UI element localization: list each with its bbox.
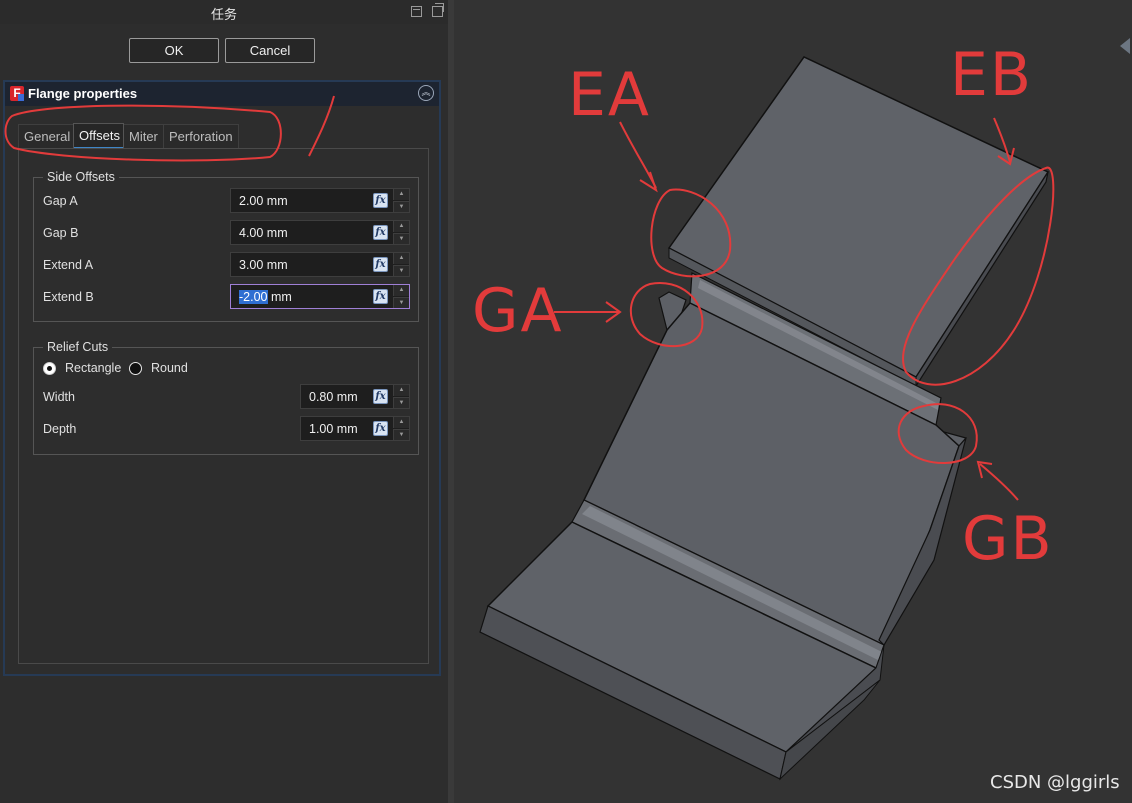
gap-b-label: Gap B: [43, 226, 79, 240]
annotation-eb: EB: [950, 40, 1034, 110]
depth-value: 1.00 mm: [309, 422, 358, 436]
relief-cuts-group: Relief Cuts Rectangle Round Width 0.80 m…: [33, 340, 419, 455]
expression-icon[interactable]: fx: [373, 193, 388, 208]
extend-b-unit: mm: [267, 290, 292, 304]
spin-up-icon[interactable]: ▲: [393, 417, 409, 428]
spin-up-icon[interactable]: ▲: [393, 253, 409, 264]
expression-icon[interactable]: fx: [373, 289, 388, 304]
gap-b-field[interactable]: 4.00 mm fx ▲ ▼: [230, 220, 410, 245]
extend-b-value: -2.00 mm: [239, 290, 292, 304]
gap-b-value: 4.00 mm: [239, 226, 288, 240]
expression-icon[interactable]: fx: [373, 225, 388, 240]
annotation-ga: GA: [472, 276, 564, 346]
extend-a-label: Extend A: [43, 258, 94, 272]
offsets-tab-pane: Side Offsets Gap A 2.00 mm fx ▲ ▼ Gap B …: [18, 148, 429, 664]
rectangle-radio[interactable]: [43, 362, 56, 375]
extend-a-value: 3.00 mm: [239, 258, 288, 272]
spin-up-icon[interactable]: ▲: [393, 385, 409, 396]
depth-field[interactable]: 1.00 mm fx ▲ ▼: [300, 416, 410, 441]
extend-b-selected-text: -2.00: [239, 290, 268, 304]
spin-down-icon[interactable]: ▼: [393, 297, 409, 308]
gap-a-value: 2.00 mm: [239, 194, 288, 208]
annotation-gb: GB: [962, 504, 1054, 574]
spin-down-icon[interactable]: ▼: [393, 265, 409, 276]
spin-down-icon[interactable]: ▼: [393, 397, 409, 408]
round-radio[interactable]: [129, 362, 142, 375]
width-label: Width: [43, 390, 75, 404]
side-offsets-title: Side Offsets: [43, 170, 119, 184]
extend-a-field[interactable]: 3.00 mm fx ▲ ▼: [230, 252, 410, 277]
spin-down-icon[interactable]: ▼: [393, 201, 409, 212]
spin-up-icon[interactable]: ▲: [393, 221, 409, 232]
width-value: 0.80 mm: [309, 390, 358, 404]
spin-up-icon[interactable]: ▲: [393, 285, 409, 296]
extend-b-label: Extend B: [43, 290, 94, 304]
tab-annotation-mark: [4, 95, 335, 162]
width-field[interactable]: 0.80 mm fx ▲ ▼: [300, 384, 410, 409]
3d-viewport[interactable]: EA EB GA GB CSDN @lggirls: [454, 0, 1132, 803]
expression-icon[interactable]: fx: [373, 421, 388, 436]
sheetmetal-model: [479, 38, 1130, 781]
spin-down-icon[interactable]: ▼: [393, 233, 409, 244]
task-panel: 任务 OK Cancel F Flange properties ︽ Gener…: [0, 0, 448, 803]
side-offsets-group: Side Offsets Gap A 2.00 mm fx ▲ ▼ Gap B …: [33, 170, 419, 322]
round-label[interactable]: Round: [151, 361, 188, 375]
gap-a-field[interactable]: 2.00 mm fx ▲ ▼: [230, 188, 410, 213]
depth-label: Depth: [43, 422, 77, 436]
extend-b-field[interactable]: -2.00 mm fx ▲ ▼: [230, 284, 410, 309]
expression-icon[interactable]: fx: [373, 389, 388, 404]
nav-cube-icon: [1120, 38, 1130, 54]
gap-a-label: Gap A: [43, 194, 78, 208]
watermark: CSDN @lggirls: [990, 772, 1120, 793]
expression-icon[interactable]: fx: [373, 257, 388, 272]
spin-down-icon[interactable]: ▼: [393, 429, 409, 440]
rectangle-label[interactable]: Rectangle: [65, 361, 121, 375]
relief-cuts-title: Relief Cuts: [43, 340, 113, 354]
annotation-ea: EA: [568, 60, 651, 130]
spin-up-icon[interactable]: ▲: [393, 189, 409, 200]
